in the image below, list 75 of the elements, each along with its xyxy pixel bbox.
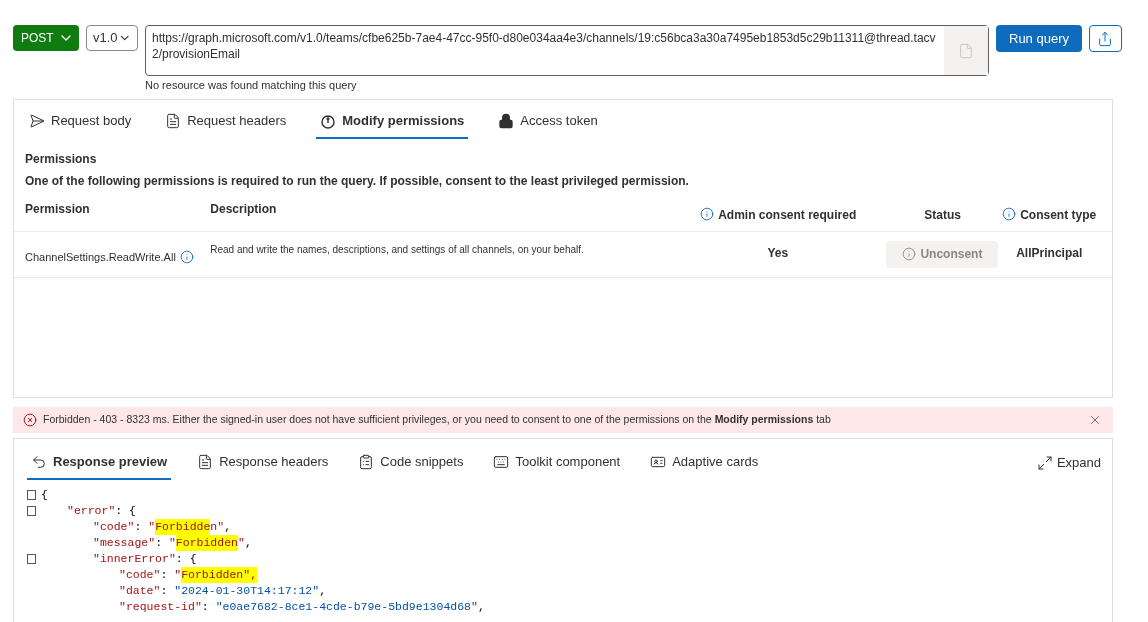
- code-token: ": [237, 534, 245, 551]
- document-icon: [958, 42, 974, 59]
- code-token: "request-id": [119, 598, 202, 615]
- info-icon: [902, 247, 917, 261]
- tab[interactable]: Modify permissions: [316, 104, 469, 139]
- code-token: "code": [119, 566, 161, 583]
- info-icon[interactable]: [1002, 206, 1017, 221]
- code-token: Forbidden: [175, 534, 238, 551]
- column-header: Description: [210, 200, 277, 218]
- code-token: ": [168, 534, 176, 551]
- fold-toggle[interactable]: [27, 505, 36, 516]
- code-token: :: [134, 518, 143, 535]
- code-token: {: [41, 486, 48, 503]
- code-token: "code": [93, 518, 135, 535]
- table-cell-text: Yes: [767, 244, 789, 262]
- code-token: Forbidde: [155, 518, 211, 535]
- tab[interactable]: Toolkit component: [489, 445, 625, 480]
- permissions-heading: Permissions: [25, 150, 98, 168]
- fold-toggle[interactable]: [27, 553, 36, 564]
- share-button[interactable]: [1089, 25, 1122, 52]
- tab[interactable]: Access token: [494, 104, 602, 139]
- url-hint: No resource was found matching this query: [145, 78, 358, 93]
- code-token: "innerError": [93, 550, 176, 567]
- code-token: "e0ae7682-8ce1-4cde-b79e-5bd9e1304d68": [215, 598, 478, 615]
- send-icon: [29, 112, 45, 129]
- tab[interactable]: Request headers: [161, 104, 291, 139]
- code-token: ": [174, 566, 182, 583]
- error-icon: [23, 412, 37, 427]
- column-header: Consent type: [1020, 206, 1097, 224]
- tab[interactable]: Response preview: [27, 445, 172, 480]
- table-cell-text: ChannelSettings.ReadWrite.All: [25, 249, 176, 265]
- run-query-button[interactable]: Run query: [996, 25, 1082, 52]
- version-dropdown[interactable]: v1.0: [86, 25, 138, 51]
- code-token: :: [155, 534, 164, 551]
- code-token: n": [210, 518, 225, 535]
- tab[interactable]: Adaptive cards: [646, 445, 763, 480]
- code-token: :: [160, 566, 169, 583]
- code-token: : {: [175, 550, 197, 567]
- undo-arrow-icon: [31, 453, 47, 470]
- code-token: "2024-01-30T14:17:12": [174, 582, 320, 599]
- code-token: "date": [119, 582, 161, 599]
- code-token: Forbidden",: [181, 566, 258, 583]
- code-token: ,: [477, 598, 485, 615]
- code-token: :: [160, 582, 169, 599]
- method-dropdown[interactable]: POST: [13, 25, 79, 51]
- document-icon: [165, 112, 182, 129]
- table-cell: Read and write the names, descriptions, and settings of all channels, on your behalf.: [210, 243, 584, 255]
- column-header: Status: [924, 206, 961, 224]
- column-header: Permission: [25, 200, 90, 218]
- tab[interactable]: Response headers: [193, 445, 333, 480]
- tab[interactable]: Code snippets: [354, 445, 468, 480]
- code-token: ,: [224, 518, 232, 535]
- code-token: ,: [319, 582, 327, 599]
- code-token: "error": [67, 502, 116, 519]
- code-token: : {: [115, 502, 137, 519]
- share-icon: [1097, 30, 1114, 47]
- document-icon: [197, 453, 214, 470]
- info-icon[interactable]: [700, 206, 715, 221]
- column-header: Admin consent required: [718, 206, 857, 224]
- code-token: ,: [244, 534, 252, 551]
- lock-icon: [498, 112, 515, 129]
- table-cell-text: AllPrincipal: [1016, 244, 1083, 262]
- code-token: :: [201, 598, 210, 615]
- error-message: Forbidden - 403 - 8323 ms. Either the signed-in user does not have sufficient privileges, or you need to consent to one of the permissions on the Modify permissions tab: [43, 411, 832, 427]
- permissions-note: One of the following permissions is required to run the query. If possible, consent to the least privileged permission.: [25, 172, 690, 190]
- code-token: "message": [93, 534, 156, 551]
- clipboard-icon: [358, 453, 375, 470]
- keyboard-icon: [493, 453, 510, 470]
- tab[interactable]: Request body: [25, 104, 136, 139]
- info-icon[interactable]: [179, 250, 194, 264]
- url-field[interactable]: https://graph.microsoft.com/v1.0/teams/cfbe625b-7ae4-47cc-95f0-d80e034aa4e3/channels/19:c56bca3a30a7495eb1853d5c29b11311@thread.tacv2/provisionEmail: [145, 25, 989, 76]
- fold-toggle[interactable]: [27, 489, 36, 500]
- expand-button[interactable]: Expand: [1036, 452, 1101, 473]
- code-token: ": [148, 518, 156, 535]
- expand-icon: [1036, 454, 1053, 471]
